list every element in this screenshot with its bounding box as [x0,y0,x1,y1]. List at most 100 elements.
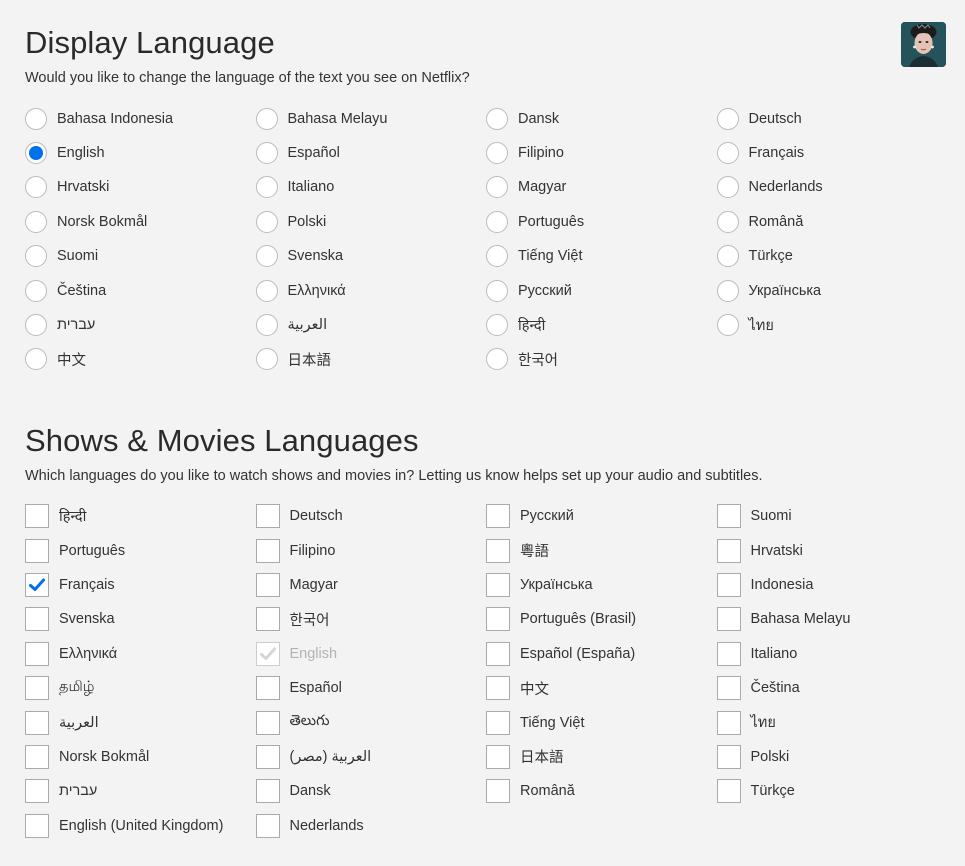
checkbox-unchecked-icon[interactable] [486,572,510,597]
checkbox-unchecked-icon[interactable] [486,504,510,529]
radio-unselected-icon[interactable] [25,314,47,337]
radio-unselected-icon[interactable] [255,176,278,199]
shows-language-option[interactable]: Dansk [255,774,487,808]
display-language-option[interactable]: Tiếng Việt [486,239,717,273]
shows-language-option[interactable]: தமிழ் [25,671,256,705]
radio-unselected-icon[interactable] [255,210,278,233]
radio-unselected-icon[interactable] [486,314,508,337]
display-language-option[interactable]: Bahasa Indonesia [25,102,256,136]
display-language-option[interactable]: Suomi [25,239,256,273]
checkbox-unchecked-icon[interactable] [25,779,49,804]
display-language-option[interactable]: Norsk Bokmål [25,205,256,239]
shows-language-option[interactable]: Čeština [716,671,948,705]
radio-unselected-icon[interactable] [255,314,278,337]
radio-unselected-icon[interactable] [486,142,508,165]
display-language-option[interactable]: Français [716,136,948,170]
shows-language-option[interactable]: हिन्दी [25,499,256,533]
shows-language-option[interactable]: Polski [716,740,948,774]
display-language-option[interactable]: Filipino [486,136,717,170]
checkbox-unchecked-icon[interactable] [486,779,510,804]
shows-language-option[interactable]: Türkçe [716,774,948,808]
radio-unselected-icon[interactable] [486,245,508,268]
display-language-option[interactable]: Português [486,205,717,239]
shows-language-option[interactable]: العربية [25,705,256,739]
display-language-option[interactable]: Polski [255,205,487,239]
checkbox-unchecked-icon[interactable] [255,538,280,563]
shows-language-option[interactable]: Nederlands [255,809,487,843]
display-language-option[interactable]: Ελληνικά [255,273,487,307]
radio-unselected-icon[interactable] [716,142,739,165]
shows-language-option[interactable]: Română [486,774,717,808]
checkbox-unchecked-icon[interactable] [716,779,741,804]
display-language-option[interactable]: Deutsch [716,102,948,136]
shows-language-option[interactable]: ไทย [716,705,948,739]
shows-language-option[interactable]: English (United Kingdom) [25,809,256,843]
checkbox-unchecked-icon[interactable] [716,710,741,735]
shows-language-option[interactable]: Ελληνικά [25,637,256,671]
radio-unselected-icon[interactable] [716,314,739,337]
shows-language-option[interactable]: Tiếng Việt [486,705,717,739]
shows-language-option[interactable]: Українська [486,568,717,602]
shows-language-option[interactable]: 日本語 [486,740,717,774]
radio-unselected-icon[interactable] [255,142,278,165]
display-language-option[interactable]: English [25,136,256,170]
radio-unselected-icon[interactable] [716,210,739,233]
profile-avatar[interactable] [901,22,946,67]
radio-unselected-icon[interactable] [716,107,739,130]
shows-language-option[interactable]: Italiano [716,637,948,671]
checkbox-unchecked-icon[interactable] [25,710,49,735]
display-language-option[interactable]: 日本語 [255,342,487,376]
radio-unselected-icon[interactable] [255,348,278,371]
shows-language-option[interactable]: Deutsch [255,499,487,533]
shows-language-option[interactable]: עברית [25,774,256,808]
display-language-option[interactable]: Türkçe [716,239,948,273]
display-language-option[interactable]: 한국어 [486,342,717,376]
checkbox-unchecked-icon[interactable] [25,744,49,769]
checkbox-unchecked-icon[interactable] [716,572,741,597]
display-language-option[interactable]: Nederlands [716,170,948,204]
radio-unselected-icon[interactable] [255,279,278,302]
shows-language-option[interactable]: العربية (مصر) [255,740,487,774]
checkbox-unchecked-icon[interactable] [486,641,510,666]
checkbox-unchecked-icon[interactable] [255,676,280,701]
radio-unselected-icon[interactable] [25,107,47,130]
shows-language-option[interactable]: 한국어 [255,602,487,636]
checkbox-unchecked-icon[interactable] [255,744,280,769]
shows-language-option[interactable]: Español [255,671,487,705]
shows-language-option[interactable]: Português (Brasil) [486,602,717,636]
checkbox-unchecked-icon[interactable] [716,744,741,769]
display-language-option[interactable]: Svenska [255,239,487,273]
checkbox-unchecked-icon[interactable] [486,676,510,701]
checkbox-unchecked-icon[interactable] [255,710,280,735]
display-language-option[interactable]: Magyar [486,170,717,204]
radio-unselected-icon[interactable] [486,348,508,371]
checkbox-unchecked-icon[interactable] [716,676,741,701]
checkbox-unchecked-icon[interactable] [255,779,280,804]
display-language-option[interactable]: Română [716,205,948,239]
radio-unselected-icon[interactable] [25,245,47,268]
display-language-option[interactable]: Bahasa Melayu [255,102,487,136]
radio-unselected-icon[interactable] [255,107,278,130]
checkbox-unchecked-icon[interactable] [255,572,280,597]
radio-unselected-icon[interactable] [486,279,508,302]
display-language-option[interactable]: Hrvatski [25,170,256,204]
shows-language-option[interactable]: Bahasa Melayu [716,602,948,636]
shows-language-option[interactable]: తెలుగు [255,705,487,739]
radio-unselected-icon[interactable] [25,210,47,233]
display-language-option[interactable]: Español [255,136,487,170]
shows-language-option[interactable]: Indonesia [716,568,948,602]
checkbox-unchecked-icon[interactable] [25,504,49,529]
checkbox-unchecked-icon[interactable] [716,607,741,632]
checkbox-unchecked-icon[interactable] [25,641,49,666]
checkbox-unchecked-icon[interactable] [716,538,741,563]
radio-unselected-icon[interactable] [716,176,739,199]
shows-language-option[interactable]: Filipino [255,533,487,567]
checkbox-unchecked-icon[interactable] [25,676,49,701]
checkbox-unchecked-icon[interactable] [25,607,49,632]
checkbox-unchecked-icon[interactable] [255,813,280,838]
radio-unselected-icon[interactable] [716,245,739,268]
shows-language-option[interactable]: Suomi [716,499,948,533]
radio-unselected-icon[interactable] [25,279,47,302]
checkbox-unchecked-icon[interactable] [486,607,510,632]
checkbox-unchecked-icon[interactable] [255,504,280,529]
